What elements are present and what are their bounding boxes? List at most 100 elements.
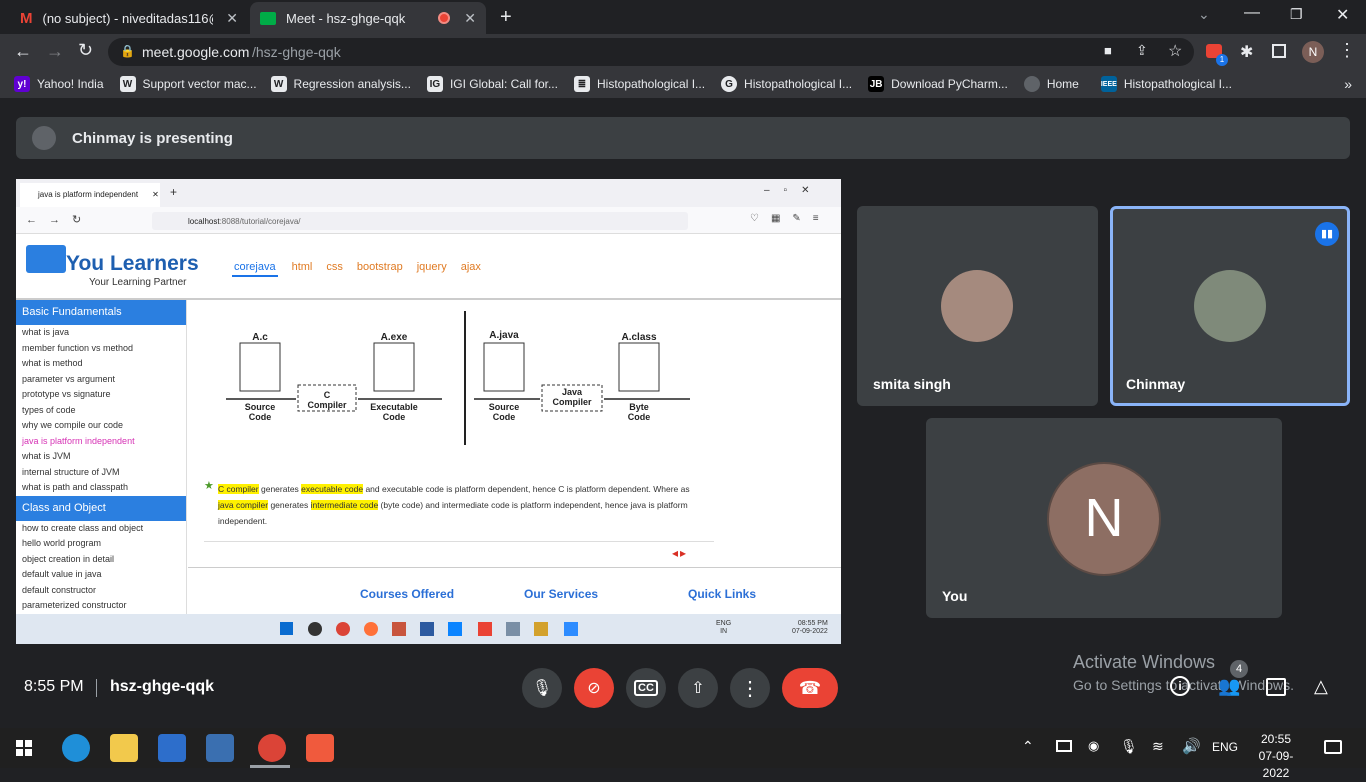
sidebar-link: member function vs method xyxy=(22,342,134,353)
bookmark-item[interactable]: W Regression analysis... xyxy=(270,76,411,92)
chevron-up-icon[interactable]: ⌃ xyxy=(1022,738,1034,755)
sidebar-link: types of code xyxy=(22,404,76,415)
app-icon xyxy=(420,622,434,636)
bookmark-item[interactable]: IEEE Histopathological I... xyxy=(1100,76,1232,92)
photos-app-icon[interactable] xyxy=(206,734,234,762)
participant-tile[interactable]: smita singh xyxy=(857,206,1098,406)
end-call-button[interactable]: ☎ xyxy=(782,668,838,708)
section-basic-fundamentals: Basic Fundamentals xyxy=(16,300,186,325)
tab-search-icon[interactable]: ⌄ xyxy=(1198,6,1210,23)
participant-photo xyxy=(941,270,1013,342)
chrome-taskbar-icon[interactable] xyxy=(258,734,286,762)
participant-tile-active-speaker[interactable]: ▮▮ Chinmay xyxy=(1110,206,1350,406)
share-icon[interactable]: ⇪ xyxy=(1136,42,1148,59)
sidebar-link: why we compile our code xyxy=(22,420,124,430)
microphone-tray-icon[interactable]: 🎙 xyxy=(1120,738,1138,755)
tab-gmail[interactable]: M (no subject) - niveditadas116@gr ✕ xyxy=(10,2,248,34)
nav-bootstrap: bootstrap xyxy=(356,261,403,273)
close-icon: ✕ xyxy=(152,190,159,199)
people-icon[interactable]: 👥 xyxy=(1218,676,1240,697)
para-text: generates xyxy=(268,500,311,510)
captions-button[interactable]: CC xyxy=(626,668,666,708)
file-explorer-icon[interactable] xyxy=(110,734,138,762)
bookmark-item[interactable]: G Histopathological I... xyxy=(721,76,852,92)
more-bookmarks-icon[interactable]: » xyxy=(1344,76,1352,92)
sidebar-link: how to create class and object xyxy=(22,522,144,533)
tab-meet[interactable]: Meet - hsz-ghge-qqk ✕ xyxy=(250,2,486,34)
inner-toolbar-icons: ♡▦✎≡ xyxy=(750,213,831,224)
back-icon[interactable]: ← xyxy=(14,41,32,62)
volume-icon[interactable]: 🔊 xyxy=(1182,737,1201,755)
store-icon[interactable] xyxy=(158,734,186,762)
bookmark-item[interactable]: W Support vector mac... xyxy=(119,76,257,92)
nav-corejava: corejava xyxy=(232,261,278,277)
forward-icon[interactable]: → xyxy=(46,41,64,62)
close-tab-icon[interactable]: ✕ xyxy=(226,10,238,27)
new-tab-icon[interactable]: + xyxy=(500,6,512,29)
inner-date: 07-09-2022 xyxy=(792,628,828,635)
bookmark-item[interactable]: JB Download PyCharm... xyxy=(868,76,1008,92)
diagram-label: Executable Code xyxy=(370,402,418,422)
notifications-icon[interactable] xyxy=(1324,740,1342,754)
profile-avatar[interactable]: N xyxy=(1302,41,1324,63)
bookmark-item[interactable]: IG IGI Global: Call for... xyxy=(426,76,558,92)
bookmark-item[interactable]: ≣ Histopathological I... xyxy=(573,76,705,92)
bookmark-item[interactable]: y! Yahoo! India xyxy=(14,76,104,92)
google-icon: G xyxy=(721,76,738,92)
camera-off-button[interactable]: ⊘ xyxy=(574,668,614,708)
camera-in-use-icon[interactable]: ◉ xyxy=(1088,738,1099,754)
close-window-icon[interactable]: ✕ xyxy=(1336,5,1349,25)
bookmark-item[interactable]: Home xyxy=(1023,76,1079,92)
sidebar-link: internal structure of JVM xyxy=(22,466,120,477)
app-icon xyxy=(478,622,492,636)
chrome-menu-icon[interactable]: ⋮ xyxy=(1338,40,1356,61)
activities-icon[interactable]: △ xyxy=(1314,676,1328,697)
windows-start-icon[interactable] xyxy=(16,740,32,756)
compilation-diagram: A.c Source Code C Compiler A.exe Executabl… xyxy=(226,311,690,445)
battery-icon[interactable] xyxy=(1056,740,1072,752)
bookmark-label: Histopathological I... xyxy=(744,77,853,91)
minimize-icon[interactable]: — xyxy=(1244,4,1260,22)
system-clock[interactable]: 20:55 07-09-2022 xyxy=(1250,731,1302,782)
diagram-label: A.java xyxy=(489,330,519,341)
address-bar[interactable]: 🔒 meet.google.com /hsz-ghge-qqk ■ ⇪ ☆ xyxy=(108,38,1194,66)
people-count-badge: 4 xyxy=(1230,660,1248,678)
presenting-banner: Chinmay is presenting xyxy=(16,117,1350,159)
self-tile[interactable]: N You xyxy=(926,418,1282,618)
wifi-icon[interactable]: ≋ xyxy=(1152,738,1164,755)
app-icon[interactable] xyxy=(306,734,334,762)
extensions-puzzle-icon[interactable]: ✱ xyxy=(1240,42,1253,62)
highlight: executable code xyxy=(301,484,364,494)
restore-icon[interactable]: ❐ xyxy=(1290,6,1303,23)
footer-heading: Our Services xyxy=(524,587,599,601)
star-icon: ★ xyxy=(204,480,214,492)
bookmark-star-icon[interactable]: ☆ xyxy=(1168,41,1182,61)
present-button[interactable]: ⇧ xyxy=(678,668,718,708)
meeting-details-icon[interactable]: i xyxy=(1170,676,1190,696)
shared-screen: java is platform independent ✕ + –▫✕ ←→↻ … xyxy=(16,179,841,644)
side-panel-icon[interactable] xyxy=(1272,44,1286,58)
divider xyxy=(96,679,97,697)
language-indicator[interactable]: ENG xyxy=(1212,740,1238,754)
close-tab-icon[interactable]: ✕ xyxy=(464,10,476,27)
recording-icon xyxy=(438,12,451,24)
sidebar-link: object creation in detail xyxy=(22,553,115,564)
igi-icon: IG xyxy=(426,76,443,92)
microphone-button[interactable]: 🎙 xyxy=(522,668,562,708)
chat-icon[interactable] xyxy=(1266,678,1286,696)
more-options-button[interactable]: ⋮ xyxy=(730,668,770,708)
edge-icon[interactable] xyxy=(62,734,90,762)
wikipedia-icon: W xyxy=(119,76,136,92)
diagram-label: A.class xyxy=(621,332,656,343)
highlight: C compiler xyxy=(218,484,259,494)
logo-main: You Learners xyxy=(66,252,199,275)
gmail-icon: M xyxy=(20,9,33,27)
reload-icon[interactable]: ↻ xyxy=(78,40,93,61)
inner-url-bar: localhost:8088/tutorial/corejava/ xyxy=(152,212,688,230)
para-text: generates xyxy=(258,484,302,494)
ieee-icon: IEEE xyxy=(1100,76,1117,92)
tutorial-sidebar: Basic Fundamentals what is java member f… xyxy=(16,300,187,614)
inner-nav-icons: ←→↻ xyxy=(26,214,94,226)
bookmark-label: Home xyxy=(1046,77,1079,91)
camera-icon[interactable]: ■ xyxy=(1104,43,1112,58)
